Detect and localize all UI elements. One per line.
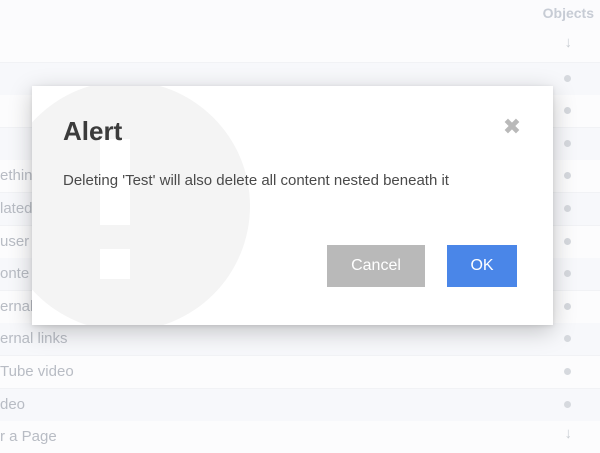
dot-icon	[564, 335, 571, 343]
dot-icon	[564, 205, 571, 212]
alert-dialog: Alert ✖ Deleting 'Test' will also delete…	[32, 86, 553, 325]
list-item[interactable]: deo	[0, 388, 600, 422]
list-item[interactable]: ernal links	[0, 323, 600, 357]
arrow-down-icon: ↓	[564, 34, 573, 51]
close-icon[interactable]: ✖	[501, 116, 523, 138]
list-header: Objects	[0, 0, 600, 30]
dot-icon	[564, 368, 571, 375]
list-item-label: onte	[0, 265, 30, 283]
list-item-label: ethin	[0, 167, 33, 185]
dot-icon	[564, 400, 571, 408]
list-item-label: ernal links	[0, 330, 68, 348]
list-item[interactable]: ↓	[0, 30, 600, 63]
cancel-button[interactable]: Cancel	[327, 245, 425, 287]
dot-icon	[564, 302, 571, 310]
exclamation-dot	[100, 249, 130, 279]
list-item-label: ernal	[0, 297, 34, 315]
list-item-label: Tube video	[0, 363, 74, 380]
list-item-label: r a Page	[0, 428, 57, 446]
ok-button[interactable]: OK	[447, 245, 517, 287]
screen: Objects ↓ ethin lated user onte ernal ernal li…	[0, 0, 600, 453]
dot-icon	[564, 237, 571, 245]
dot-icon	[564, 139, 571, 147]
list-item[interactable]: r a Page ↓	[0, 421, 600, 453]
list-item-label: user	[0, 232, 30, 250]
arrow-down-icon: ↓	[564, 425, 573, 443]
dot-icon	[564, 107, 571, 115]
list-item[interactable]: Tube video	[0, 356, 600, 389]
dot-icon	[564, 172, 571, 180]
dot-icon	[564, 270, 571, 278]
objects-column-header: Objects	[542, 5, 594, 21]
dialog-message: Deleting 'Test' will also delete all con…	[63, 172, 449, 189]
dialog-title: Alert	[63, 116, 123, 146]
list-item-label: lated	[0, 200, 33, 217]
dot-icon	[564, 74, 571, 82]
list-item-label: deo	[0, 395, 26, 413]
